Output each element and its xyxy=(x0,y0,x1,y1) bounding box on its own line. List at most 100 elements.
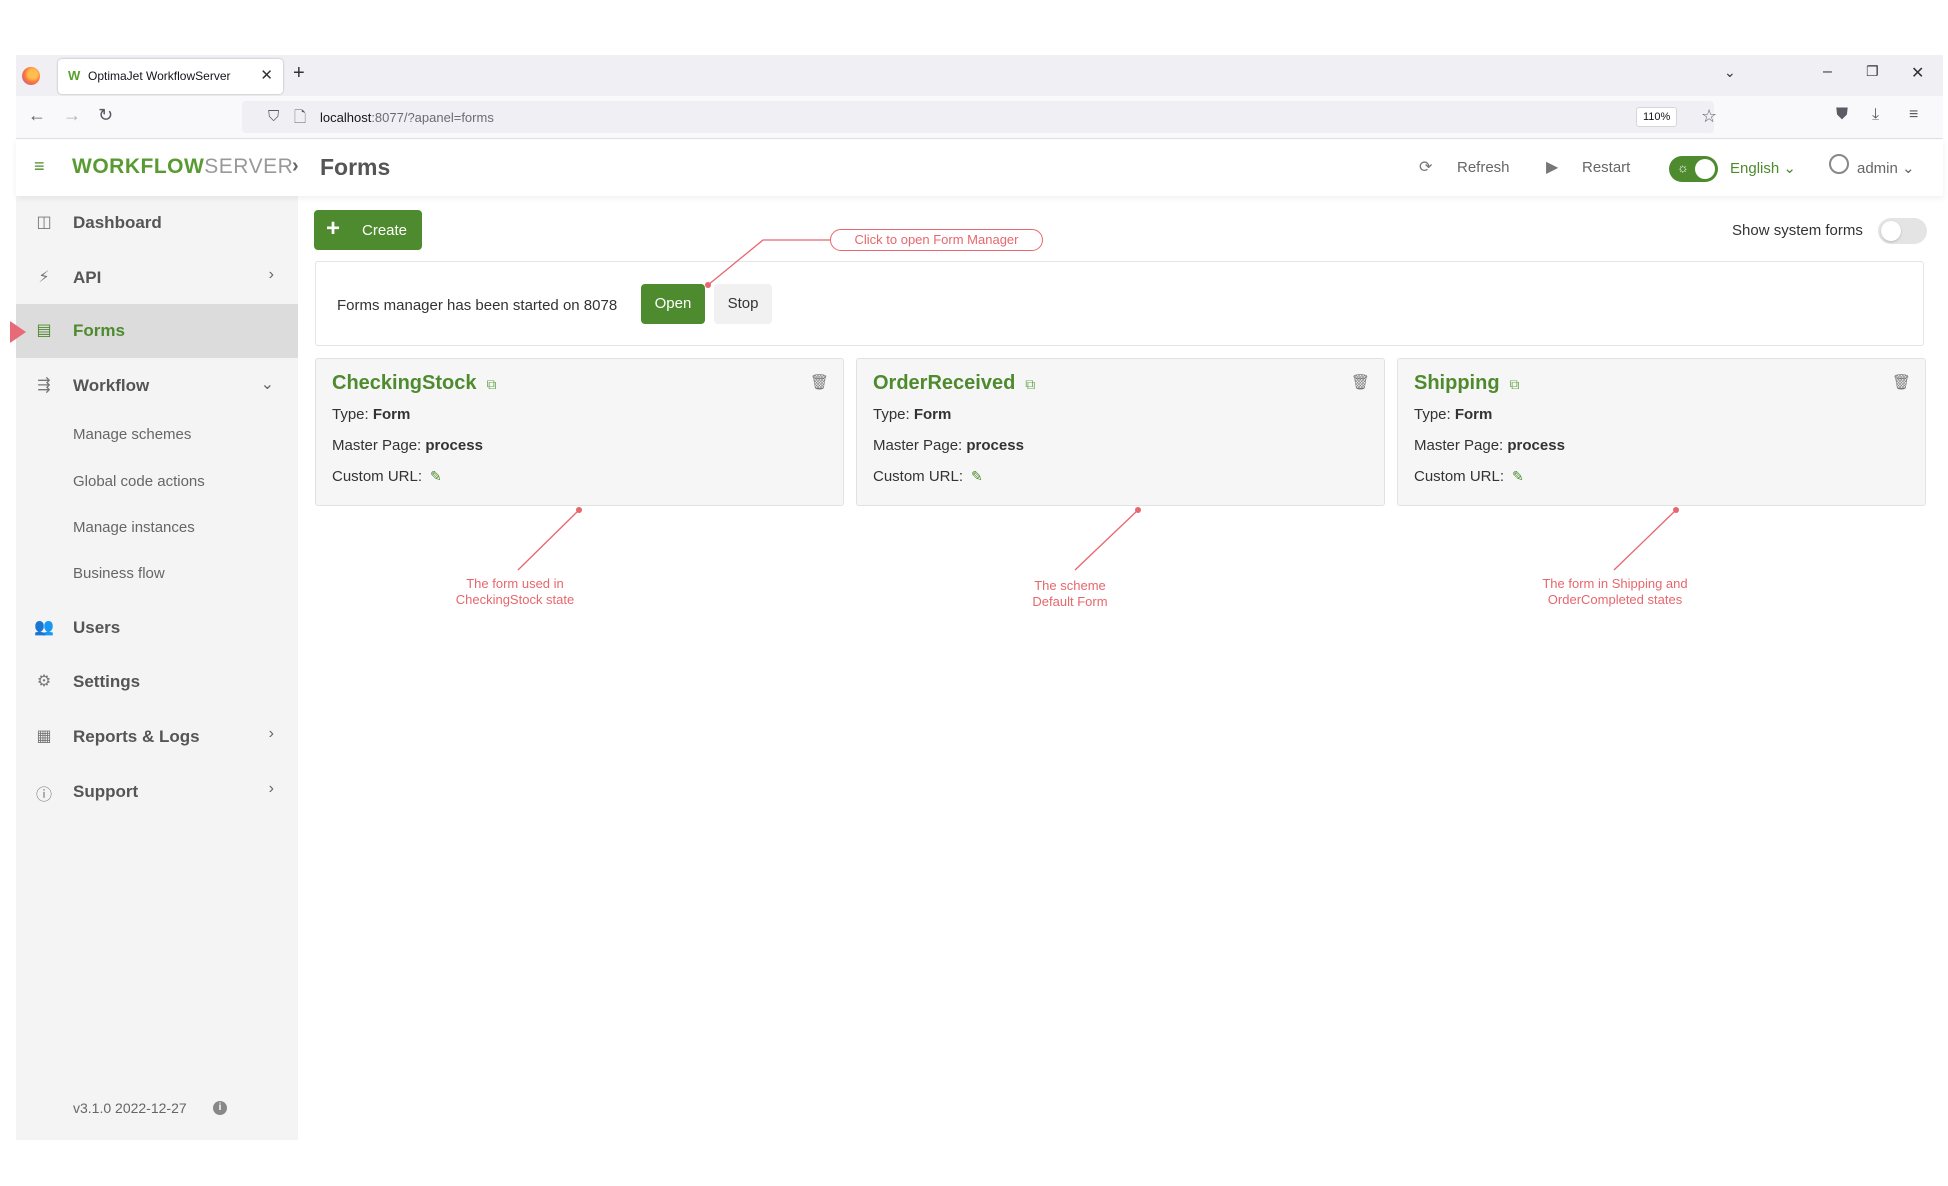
info-icon[interactable]: i xyxy=(213,1101,227,1115)
form-master-row: Master Page: process xyxy=(873,437,1024,454)
shield-icon[interactable]: ⛉ xyxy=(268,108,279,125)
sidebar-item-dashboard[interactable]: ◫ Dashboard xyxy=(16,196,298,250)
form-type-row: Type: Form xyxy=(873,406,952,423)
sidebar-item-workflow[interactable]: ⇶ Workflow ⌄ xyxy=(16,359,298,413)
tab-bar: W OptimaJet WorkflowServer ✕ + ⌄ – ❐ ✕ xyxy=(16,55,1943,96)
annotation-callout: Click to open Form Manager xyxy=(830,229,1043,251)
pencil-icon[interactable]: ✎ xyxy=(1512,468,1524,484)
brand-logo[interactable]: WORKFLOWSERVER xyxy=(72,155,293,179)
browser-tab[interactable]: W OptimaJet WorkflowServer ✕ xyxy=(58,59,283,94)
show-system-forms-toggle[interactable] xyxy=(1878,218,1927,244)
workflow-favicon-icon: W xyxy=(68,68,81,83)
form-master-row: Master Page: process xyxy=(1414,437,1565,454)
sidebar-subitem-business-flow[interactable]: Business flow xyxy=(73,565,165,582)
pocket-icon[interactable]: ⛊ xyxy=(1836,106,1848,124)
plug-icon: ⚡ xyxy=(38,269,50,286)
chevron-down-icon: ⌄ xyxy=(260,376,274,393)
active-item-marker xyxy=(10,321,26,343)
plus-icon: + xyxy=(326,215,341,242)
form-title[interactable]: CheckingStock ⧉ xyxy=(332,372,496,395)
form-card-shipping: Shipping ⧉ 🗑 Type: Form Master Page: proc… xyxy=(1397,358,1926,506)
language-selector[interactable]: English ⌄ xyxy=(1730,159,1796,177)
form-url-row: Custom URL: ✎ xyxy=(873,468,983,485)
refresh-button[interactable]: Refresh xyxy=(1457,159,1510,176)
external-link-icon[interactable]: ⧉ xyxy=(1510,376,1520,392)
chevron-right-icon: › xyxy=(268,725,274,742)
trash-icon[interactable]: 🗑 xyxy=(1892,373,1911,391)
gears-icon: ⚙ xyxy=(36,673,52,690)
forms-manager-panel: Forms manager has been started on 8078 O… xyxy=(315,261,1924,346)
form-url-row: Custom URL: ✎ xyxy=(1414,468,1524,485)
menu-icon[interactable]: ≡ xyxy=(1909,106,1918,124)
download-icon[interactable]: ⤓ xyxy=(1872,106,1879,124)
sidebar-subitem-manage-schemes[interactable]: Manage schemes xyxy=(73,426,191,443)
sidebar-subitem-manage-instances[interactable]: Manage instances xyxy=(73,519,195,536)
reports-icon: ▦ xyxy=(36,728,52,745)
restart-button[interactable]: Restart xyxy=(1582,159,1630,176)
chevron-right-icon: › xyxy=(268,266,274,283)
navigation-bar: ← → ↻ ⛉ 🗋 localhost:8077/?apanel=forms 1… xyxy=(16,96,1943,139)
sidebar-item-api[interactable]: ⚡ API › xyxy=(16,251,298,305)
pencil-icon[interactable]: ✎ xyxy=(971,468,983,484)
chevron-down-icon[interactable]: ⌄ xyxy=(1724,64,1736,81)
external-link-icon[interactable]: ⧉ xyxy=(1025,376,1035,392)
annotation-note-3: The form in Shipping and OrderCompleted … xyxy=(1542,576,1688,607)
user-menu[interactable]: admin ⌄ xyxy=(1857,159,1915,177)
tab-close-icon[interactable]: ✕ xyxy=(260,66,273,84)
external-link-icon[interactable]: ⧉ xyxy=(486,376,496,392)
form-card-checkingstock: CheckingStock ⧉ 🗑 Type: Form Master Page:… xyxy=(315,358,844,506)
sidebar-subitem-global-code-actions[interactable]: Global code actions xyxy=(73,473,205,490)
sidebar-item-support[interactable]: ⓘ Support › xyxy=(16,765,298,819)
users-icon: 👥 xyxy=(34,619,54,636)
play-icon[interactable]: ▶ xyxy=(1546,157,1558,177)
minimize-icon[interactable]: – xyxy=(1823,63,1832,81)
create-button[interactable]: + Create xyxy=(314,210,422,250)
annotation-note-1: The form used in CheckingStock state xyxy=(455,576,575,607)
new-tab-icon[interactable]: + xyxy=(293,62,305,85)
form-icon: ▤ xyxy=(36,322,52,339)
sidebar-item-settings[interactable]: ⚙ Settings xyxy=(16,655,298,709)
theme-toggle[interactable]: ☼ xyxy=(1669,156,1718,182)
address-bar[interactable]: ⛉ 🗋 localhost:8077/?apanel=forms 110% ☆ xyxy=(242,101,1717,133)
bookmark-star-icon[interactable]: ☆ xyxy=(1701,106,1717,127)
sidebar-item-users[interactable]: 👥 Users xyxy=(16,601,298,655)
refresh-icon[interactable]: ⟳ xyxy=(1419,157,1432,177)
back-icon[interactable]: ← xyxy=(28,105,46,126)
open-button[interactable]: Open xyxy=(641,284,705,324)
app-header: ≡ WORKFLOWSERVER › Forms ⟳ Refresh ▶ Res… xyxy=(16,140,1943,196)
url-text[interactable]: localhost:8077/?apanel=forms xyxy=(320,110,494,125)
trash-icon[interactable]: 🗑 xyxy=(1351,373,1370,391)
version-label: v3.1.0 2022-12-27 xyxy=(73,1100,187,1116)
form-card-orderreceived: OrderReceived ⧉ 🗑 Type: Form Master Page:… xyxy=(856,358,1385,506)
reload-icon[interactable]: ↻ xyxy=(98,105,113,126)
stop-button[interactable]: Stop xyxy=(714,284,772,324)
forward-icon[interactable]: → xyxy=(63,105,81,126)
sidebar: ◫ Dashboard ⚡ API › ▤ Forms ⇶ Workflow ⌄… xyxy=(16,196,298,1140)
question-circle-icon: ⓘ xyxy=(35,787,52,804)
trash-icon[interactable]: 🗑 xyxy=(810,373,829,391)
pencil-icon[interactable]: ✎ xyxy=(430,468,442,484)
form-type-row: Type: Form xyxy=(1414,406,1493,423)
form-title[interactable]: OrderReceived ⧉ xyxy=(873,372,1035,395)
tab-title: OptimaJet WorkflowServer xyxy=(88,69,231,83)
zoom-level[interactable]: 110% xyxy=(1636,107,1678,127)
restore-icon[interactable]: ❐ xyxy=(1866,63,1879,80)
user-avatar-icon[interactable] xyxy=(1829,154,1849,174)
show-system-forms-label: Show system forms xyxy=(1732,222,1863,239)
sun-icon: ☼ xyxy=(1677,160,1689,175)
sidebar-item-forms[interactable]: ▤ Forms xyxy=(16,304,298,358)
firefox-icon xyxy=(22,67,40,85)
window-close-icon[interactable]: ✕ xyxy=(1911,63,1924,83)
form-title[interactable]: Shipping ⧉ xyxy=(1414,372,1520,395)
page-icon[interactable]: 🗋 xyxy=(294,107,306,132)
dashboard-icon: ◫ xyxy=(36,214,52,231)
sidebar-item-reports-logs[interactable]: ▦ Reports & Logs › xyxy=(16,710,298,764)
form-type-row: Type: Form xyxy=(332,406,411,423)
hamburger-icon[interactable]: ≡ xyxy=(34,156,45,177)
forms-manager-status: Forms manager has been started on 8078 xyxy=(337,297,618,314)
page-title: Forms xyxy=(320,154,391,180)
form-url-row: Custom URL: ✎ xyxy=(332,468,442,485)
form-master-row: Master Page: process xyxy=(332,437,483,454)
chevron-right-icon: › xyxy=(268,780,274,797)
breadcrumb-separator-icon: › xyxy=(292,155,299,177)
